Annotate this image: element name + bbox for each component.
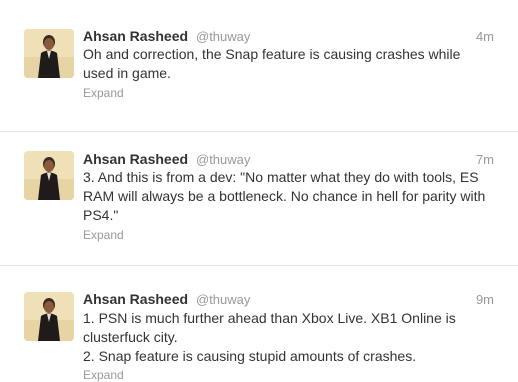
tweet-timestamp[interactable]: 7m bbox=[476, 152, 494, 167]
avatar[interactable] bbox=[24, 29, 74, 78]
expand-link[interactable]: Expand bbox=[83, 368, 124, 382]
tweet[interactable]: Ahsan Rasheed @thuway 4m Oh and correcti… bbox=[0, 0, 518, 132]
author-name[interactable]: Ahsan Rasheed bbox=[83, 28, 188, 44]
author-name[interactable]: Ahsan Rasheed bbox=[83, 151, 188, 167]
avatar[interactable] bbox=[24, 151, 74, 200]
expand-link[interactable]: Expand bbox=[83, 86, 124, 100]
tweet-text: 1. PSN is much further ahead than Xbox L… bbox=[83, 310, 456, 364]
tweet-text: Oh and correction, the Snap feature is c… bbox=[83, 46, 461, 81]
author-handle[interactable]: @thuway bbox=[196, 292, 250, 307]
avatar[interactable] bbox=[24, 292, 74, 341]
tweet-timestamp[interactable]: 9m bbox=[476, 292, 494, 307]
author-handle[interactable]: @thuway bbox=[196, 152, 250, 167]
expand-link[interactable]: Expand bbox=[83, 228, 124, 242]
tweet-text: 3. And this is from a dev: "No matter wh… bbox=[83, 169, 486, 223]
tweet[interactable]: Ahsan Rasheed @thuway 9m 1. PSN is much … bbox=[0, 266, 518, 382]
author-name[interactable]: Ahsan Rasheed bbox=[83, 291, 188, 307]
tweet[interactable]: Ahsan Rasheed @thuway 7m 3. And this is … bbox=[0, 132, 518, 266]
tweet-timestamp[interactable]: 4m bbox=[476, 29, 494, 44]
author-handle[interactable]: @thuway bbox=[196, 29, 250, 44]
